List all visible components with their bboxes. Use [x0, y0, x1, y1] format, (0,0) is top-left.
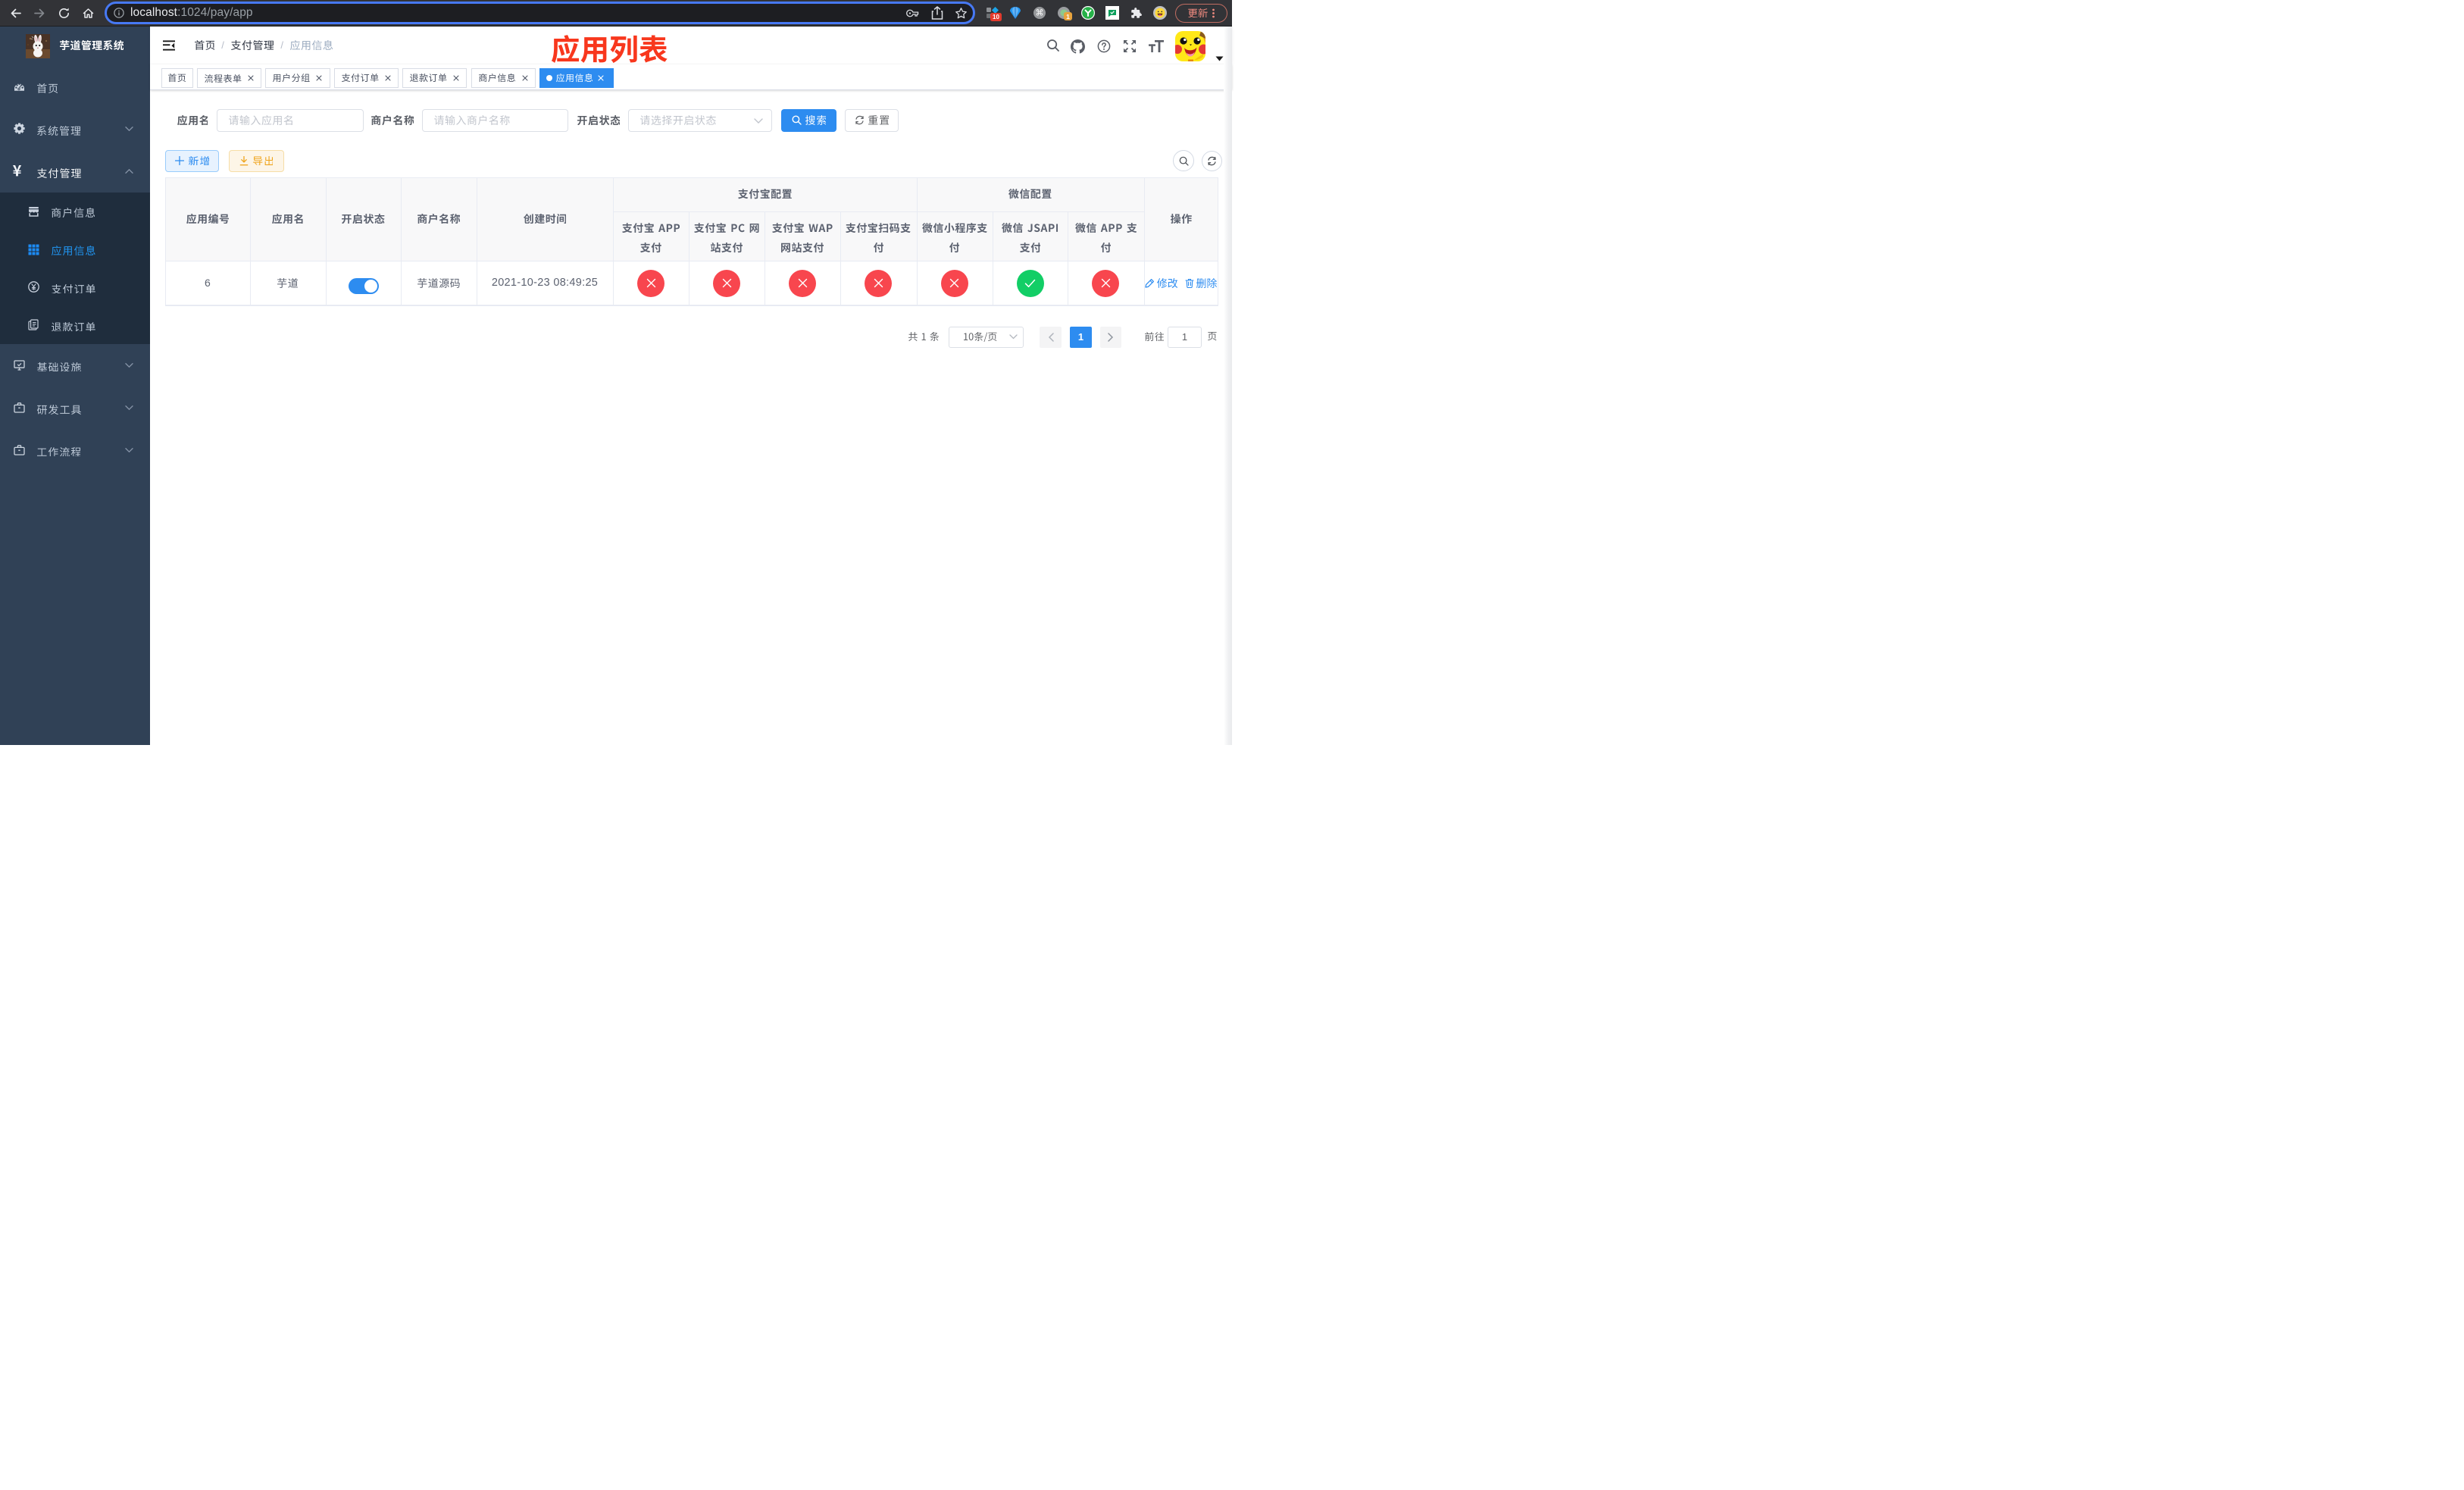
svg-text:⌘: ⌘: [1036, 9, 1044, 18]
